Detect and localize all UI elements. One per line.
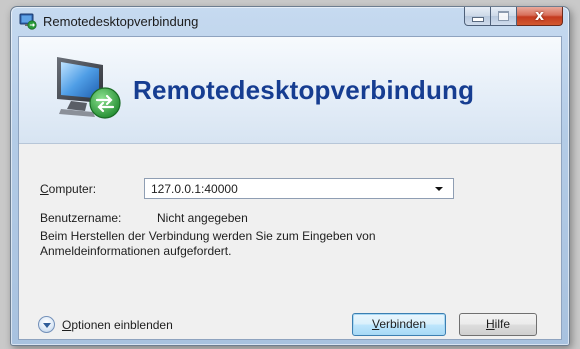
header-banner: Remotedesktopverbindung xyxy=(19,37,561,144)
username-value: Nicht angegeben xyxy=(157,211,248,225)
maximize-button[interactable] xyxy=(491,7,517,26)
minimize-icon xyxy=(471,16,484,22)
computer-value[interactable]: 127.0.0.1:40000 xyxy=(151,182,238,196)
username-label: Benutzername: xyxy=(40,211,122,225)
maximize-icon xyxy=(498,11,509,21)
close-button[interactable]: x xyxy=(517,7,563,26)
close-icon: x xyxy=(534,8,545,24)
options-label-text: ptionen einblenden xyxy=(71,317,173,332)
connect-button[interactable]: Verbinden xyxy=(352,313,446,336)
chevron-down-icon xyxy=(42,323,51,328)
dropdown-arrow-icon[interactable] xyxy=(435,187,443,191)
credentials-info-line-2: Anmeldeinformationen aufgefordert. xyxy=(40,244,232,258)
minimize-button[interactable] xyxy=(464,7,491,26)
caption-buttons: x xyxy=(464,7,563,27)
remote-desktop-monitor-icon xyxy=(57,57,121,119)
show-options-toggle[interactable]: Optionen einblenden xyxy=(38,316,173,333)
remote-desktop-icon xyxy=(19,13,37,30)
credentials-info-line-1: Beim Herstellen der Verbindung werden Si… xyxy=(40,229,376,243)
computer-label: Computer: xyxy=(40,182,96,196)
computer-label-text: omputer: xyxy=(48,182,97,196)
options-accesskey: O xyxy=(62,317,72,332)
dialog-body: Remotedesktopverbindung Computer: 127.0.… xyxy=(18,36,562,340)
connect-label: erbinden xyxy=(379,317,427,331)
expand-options-icon[interactable] xyxy=(38,316,55,333)
banner-title: Remotedesktopverbindung xyxy=(133,75,475,105)
show-options-label[interactable]: Optionen einblenden xyxy=(62,318,173,332)
help-accesskey: H xyxy=(485,317,495,331)
window-title: Remotedesktopverbindung xyxy=(43,14,199,29)
remote-desktop-window: Remotedesktopverbindung x Remotedesktopv… xyxy=(10,6,570,346)
title-bar[interactable]: Remotedesktopverbindung x xyxy=(11,7,569,35)
computer-label-accesskey: C xyxy=(40,182,49,196)
username-row: Benutzername: Nicht angegeben xyxy=(40,211,248,225)
computer-combobox[interactable]: 127.0.0.1:40000 xyxy=(144,178,454,199)
help-label: ilfe xyxy=(494,317,510,331)
help-button[interactable]: Hilfe xyxy=(459,313,537,336)
